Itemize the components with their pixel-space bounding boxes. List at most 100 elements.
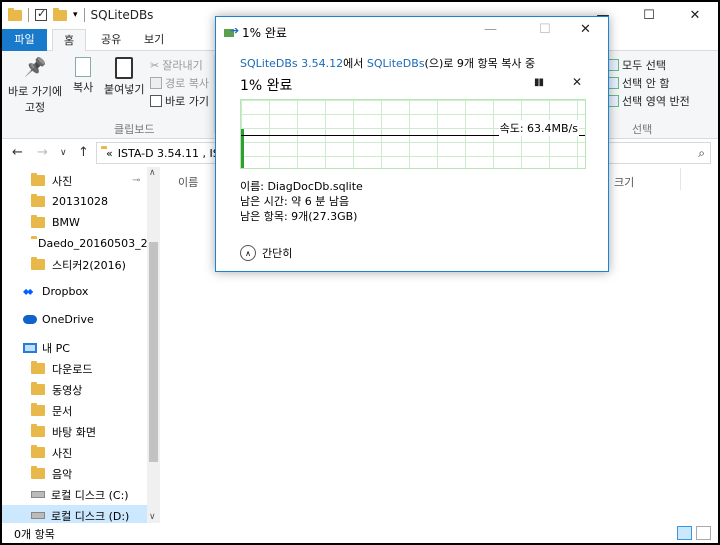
select-all-button[interactable]: 모두 선택	[607, 57, 666, 73]
paste-shortcut-icon	[150, 95, 162, 107]
nav-item-drive-c[interactable]: 로컬 디스크 (C:)	[2, 484, 147, 505]
downloads-folder-icon	[31, 361, 45, 374]
item-count: 0개 항목	[14, 528, 55, 541]
nav-item-music[interactable]: 음악	[2, 463, 147, 484]
navigation-pane: 사진 ⊸ 20131028 BMW Daedo_20160503_2 스티커2(…	[2, 167, 160, 526]
nav-item-label: 내 PC	[42, 341, 70, 355]
pause-button[interactable]: ▮▮	[534, 77, 544, 88]
file-name: 이름: DiagDocDb.sqlite	[240, 180, 363, 193]
desktop-folder-icon	[31, 424, 45, 437]
tab-home[interactable]: 홈	[52, 29, 87, 52]
search-input[interactable]: ⌕	[599, 142, 711, 164]
folder-icon	[31, 173, 45, 186]
nav-item-desktop[interactable]: 바탕 화면	[2, 421, 147, 442]
scissors-icon: ✂	[150, 58, 160, 72]
nav-item-onedrive[interactable]: OneDrive	[2, 309, 147, 330]
scrollbar-thumb[interactable]	[149, 242, 158, 462]
select-all-label: 모두 선택	[622, 59, 666, 72]
nav-item-folder[interactable]: 스티커2(2016)	[2, 254, 147, 275]
cut-label: 잘라내기	[162, 59, 203, 72]
recent-locations-chevron-icon[interactable]: ∨	[60, 148, 67, 158]
dialog-minimize-button[interactable]: —	[484, 22, 497, 37]
copy-path-label: 경로 복사	[165, 77, 209, 90]
nav-item-label: 문서	[52, 404, 73, 418]
search-icon: ⌕	[698, 146, 705, 160]
pin-to-quick-access-button[interactable]: 바로 가기에 고정	[8, 57, 62, 115]
maximize-button[interactable]: ☐	[626, 2, 672, 29]
items-remaining: 남은 항목: 9개(27.3GB)	[240, 210, 358, 223]
details-view-icon[interactable]	[677, 526, 692, 540]
nav-item-pictures[interactable]: 사진	[2, 442, 147, 463]
nav-item-dropbox[interactable]: Dropbox	[2, 281, 147, 302]
window-title: SQLiteDBs	[90, 8, 154, 22]
paste-button[interactable]: 붙여넣기	[104, 57, 144, 97]
pin-label-line2: 고정	[24, 101, 46, 114]
new-folder-icon[interactable]	[53, 7, 67, 21]
breadcrumb-path[interactable]: ISTA-D 3.54.11 , IS	[118, 147, 215, 160]
cut-button[interactable]: ✂ 잘라내기	[150, 57, 203, 73]
nav-item-downloads[interactable]: 다운로드	[2, 358, 147, 379]
paste-shortcut-button[interactable]: 바로 가기	[150, 93, 209, 109]
cancel-copy-button[interactable]: ✕	[572, 75, 582, 89]
large-icons-view-icon[interactable]	[696, 526, 711, 540]
invert-selection-button[interactable]: 선택 영역 반전	[607, 93, 690, 109]
tab-share[interactable]: 공유	[90, 29, 132, 51]
source-link[interactable]: SQLiteDBs 3.54.12	[240, 57, 343, 70]
destination-suffix: (으)로 9개 항목 복사 중	[424, 57, 536, 70]
nav-item-label: 로컬 디스크 (C:)	[51, 488, 129, 502]
address-bar[interactable]: « ISTA-D 3.54.11 , IS	[96, 142, 216, 164]
documents-folder-icon	[31, 403, 45, 416]
up-arrow-icon[interactable]: ↑	[78, 145, 89, 160]
copy-button[interactable]: 복사	[73, 57, 93, 95]
drive-icon	[31, 491, 45, 498]
customize-qat-icon[interactable]: ▾	[73, 10, 78, 20]
scroll-down-icon[interactable]: ∨	[149, 512, 156, 522]
nav-item-folder[interactable]: 20131028	[2, 191, 147, 212]
nav-pane-scrollbar[interactable]: ∧ ∨	[147, 167, 160, 523]
select-none-label: 선택 안 함	[622, 77, 670, 90]
properties-icon[interactable]	[35, 7, 47, 21]
copy-progress-dialog: ➔ 1% 완료 — ☐ ✕ SQLiteDBs 3.54.12에서 SQLite…	[215, 16, 609, 272]
tab-view[interactable]: 보기	[133, 29, 175, 51]
nav-item-videos[interactable]: 동영상	[2, 379, 147, 400]
copy-details: 이름: DiagDocDb.sqlite 남은 시간: 약 6 분 남음 남은 …	[240, 179, 363, 224]
paste-label: 붙여넣기	[104, 83, 145, 96]
scroll-up-icon[interactable]: ∧	[149, 168, 156, 178]
copy-label: 복사	[73, 81, 94, 94]
nav-item-pictures-pinned[interactable]: 사진 ⊸	[2, 170, 147, 191]
onedrive-icon	[23, 315, 37, 324]
pictures-folder-icon	[31, 445, 45, 458]
column-header-name[interactable]: 이름	[178, 174, 198, 190]
pin-icon: ⊸	[132, 175, 141, 186]
copy-icon	[75, 57, 92, 77]
destination-link[interactable]: SQLiteDBs	[367, 57, 425, 70]
nav-item-this-pc[interactable]: 내 PC	[2, 337, 147, 358]
copy-path-button[interactable]: 경로 복사	[150, 75, 209, 91]
fewer-details-button[interactable]: ∧ 간단히	[240, 245, 292, 261]
divider	[83, 8, 85, 22]
breadcrumb-overflow-icon[interactable]: «	[106, 147, 113, 160]
copy-description: SQLiteDBs 3.54.12에서 SQLiteDBs(으)로 9개 항목 …	[240, 55, 535, 71]
divider	[28, 8, 29, 22]
tab-file[interactable]: 파일	[2, 29, 47, 51]
back-arrow-icon[interactable]: ←	[12, 145, 23, 160]
select-none-button[interactable]: 선택 안 함	[607, 75, 669, 91]
forward-arrow-icon[interactable]: →	[37, 145, 48, 160]
nav-item-label: 바탕 화면	[52, 425, 96, 439]
nav-item-label: 사진	[52, 446, 73, 460]
dialog-maximize-button[interactable]: ☐	[539, 22, 551, 37]
folder-icon	[31, 215, 45, 228]
quick-access-toolbar: ▾ SQLiteDBs	[8, 7, 154, 22]
nav-item-folder[interactable]: Daedo_20160503_2	[2, 233, 147, 254]
column-header-size[interactable]: 크기	[614, 174, 634, 190]
nav-item-folder[interactable]: BMW	[2, 212, 147, 233]
music-folder-icon	[31, 466, 45, 479]
close-button[interactable]: ✕	[672, 2, 718, 29]
fewer-details-label: 간단히	[262, 247, 293, 260]
copy-icon: ➔	[224, 24, 239, 38]
paste-shortcut-label: 바로 가기	[165, 95, 209, 108]
pin-icon	[24, 57, 46, 81]
nav-item-documents[interactable]: 문서	[2, 400, 147, 421]
dialog-close-button[interactable]: ✕	[580, 22, 591, 37]
dialog-title-bar: ➔ 1% 완료 — ☐ ✕	[216, 17, 608, 47]
